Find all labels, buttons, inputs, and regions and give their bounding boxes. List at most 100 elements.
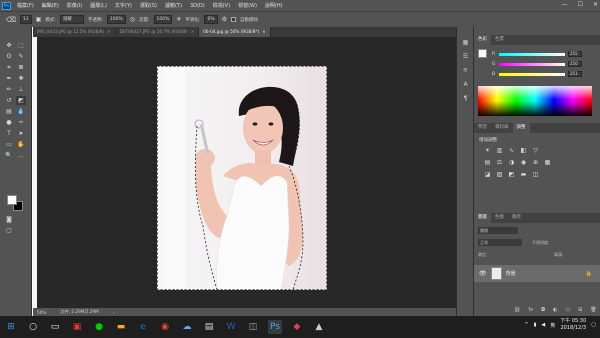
brightness-icon[interactable]: ☀ bbox=[484, 148, 491, 154]
clock[interactable]: 下午 05:30 2018/12/3 bbox=[560, 318, 586, 332]
color-spectrum[interactable] bbox=[478, 86, 592, 116]
quick-select-icon[interactable]: ✎ bbox=[16, 52, 26, 61]
document-canvas[interactable] bbox=[157, 66, 327, 290]
start-icon[interactable]: ⊞ bbox=[4, 320, 18, 334]
dodge-tool-icon[interactable]: ● bbox=[4, 118, 14, 127]
brush-tool-icon[interactable]: ✏ bbox=[4, 85, 14, 94]
lasso-tool-icon[interactable]: ʘ bbox=[4, 52, 14, 61]
posterize-icon[interactable]: ▨ bbox=[496, 172, 503, 178]
lock-icon[interactable]: 🔒 bbox=[586, 271, 592, 277]
r-slider[interactable] bbox=[499, 52, 565, 56]
photos-icon[interactable]: ▲ bbox=[312, 320, 326, 334]
tab-channels[interactable]: 色版 bbox=[491, 213, 508, 223]
menu-view[interactable]: 檢視(V) bbox=[213, 2, 230, 9]
adjustment-layer-icon[interactable]: ◐ bbox=[553, 307, 557, 313]
photo-filter-icon[interactable]: ◉ bbox=[520, 160, 527, 166]
tab-layers[interactable]: 圖層 bbox=[474, 213, 491, 223]
new-layer-icon[interactable]: ⊞ bbox=[578, 307, 582, 313]
status-arrow-icon[interactable]: › bbox=[113, 310, 115, 315]
menu-select[interactable]: 選取(S) bbox=[140, 2, 157, 9]
black-white-icon[interactable]: ◑ bbox=[508, 160, 515, 166]
tab-adjustments[interactable]: 調整 bbox=[512, 123, 530, 133]
tab-paths[interactable]: 路徑 bbox=[508, 213, 525, 223]
store-icon[interactable]: ▤ bbox=[202, 320, 216, 334]
foreground-color-swatch[interactable] bbox=[7, 195, 17, 205]
crop-tool-icon[interactable]: ⌗ bbox=[4, 63, 14, 72]
shape-tool-icon[interactable]: ▭ bbox=[4, 140, 14, 149]
vibrance-icon[interactable]: ▽ bbox=[532, 148, 539, 154]
app-pdf-icon[interactable]: ▣ bbox=[70, 320, 84, 334]
menu-file[interactable]: 檔案(F) bbox=[17, 2, 34, 9]
history-brush-icon[interactable]: ↺ bbox=[4, 96, 14, 105]
brush-size-picker[interactable]: 11 bbox=[19, 15, 32, 24]
more-tools-icon[interactable]: … bbox=[16, 151, 26, 160]
zoom-tool-icon[interactable]: 🔍 bbox=[4, 151, 14, 160]
menu-3d[interactable]: 3D(D) bbox=[190, 3, 205, 9]
menu-edit[interactable]: 編輯(E) bbox=[42, 2, 59, 9]
g-slider[interactable] bbox=[499, 62, 565, 66]
history-panel-icon[interactable]: ▦ bbox=[461, 39, 470, 47]
task-view-icon[interactable]: ▭ bbox=[48, 320, 62, 334]
character-panel-icon[interactable]: A bbox=[461, 81, 470, 89]
photoshop-task-icon[interactable]: Ps bbox=[268, 320, 282, 334]
color-balance-icon[interactable]: ⚖ bbox=[496, 160, 503, 166]
gradient-map-icon[interactable]: ▬ bbox=[520, 172, 527, 178]
eraser-icon[interactable]: ◩ bbox=[16, 96, 26, 105]
smoothing-input[interactable]: 0% bbox=[204, 15, 218, 24]
word-icon[interactable]: W bbox=[224, 320, 238, 334]
blur-tool-icon[interactable]: 💧 bbox=[16, 107, 26, 116]
curves-icon[interactable]: ∿ bbox=[508, 148, 515, 154]
selective-color-icon[interactable]: ◫ bbox=[532, 172, 539, 178]
zoom-level[interactable]: 50% bbox=[37, 310, 46, 315]
path-select-icon[interactable]: ➤ bbox=[16, 129, 26, 138]
onedrive-icon[interactable]: ☁ bbox=[180, 320, 194, 334]
minimize-button[interactable]: — bbox=[562, 1, 568, 8]
hand-tool-icon[interactable]: ✋ bbox=[16, 140, 26, 149]
mode-select[interactable]: 溶解 bbox=[59, 15, 84, 24]
b-slider[interactable] bbox=[499, 72, 565, 76]
frame-tool-icon[interactable]: ⊠ bbox=[16, 63, 26, 72]
network-icon[interactable]: ▮ bbox=[534, 322, 537, 328]
marquee-tool-icon[interactable]: ⬚ bbox=[16, 41, 26, 50]
chrome-icon[interactable]: ◉ bbox=[158, 320, 172, 334]
gradient-tool-icon[interactable]: ▤ bbox=[4, 107, 14, 116]
group-icon[interactable]: ▭ bbox=[565, 307, 570, 313]
eye-icon[interactable]: 👁 bbox=[479, 270, 487, 277]
move-tool-icon[interactable]: ✥ bbox=[4, 41, 14, 50]
doc-tab-1[interactable]: IMG_8453.JPG @ 12.5% (RGB/8) × bbox=[33, 27, 116, 37]
close-icon[interactable]: × bbox=[107, 27, 111, 37]
color-lookup-icon[interactable]: ▦ bbox=[544, 160, 551, 166]
tab-color[interactable]: 色彩 bbox=[474, 35, 491, 45]
tab-learn[interactable]: 學習 bbox=[474, 123, 491, 133]
airbrush-icon[interactable]: ✈ bbox=[176, 16, 181, 23]
type-tool-icon[interactable]: T bbox=[4, 129, 14, 138]
blend-mode-select[interactable]: 正常 bbox=[478, 239, 522, 246]
layer-row-background[interactable]: 👁 背景 🔒 bbox=[474, 265, 600, 282]
gear-icon[interactable]: ⚙ bbox=[222, 16, 227, 23]
brush-panel-icon[interactable]: ▣ bbox=[36, 16, 42, 23]
tab-swatches[interactable]: 色票 bbox=[491, 35, 508, 45]
app-red-icon[interactable]: ◆ bbox=[290, 320, 304, 334]
screen-mode-icon[interactable]: ▢ bbox=[4, 226, 14, 235]
menu-image[interactable]: 影像(I) bbox=[67, 2, 82, 9]
invert-icon[interactable]: ◪ bbox=[484, 172, 491, 178]
hue-saturation-icon[interactable]: ▤ bbox=[484, 160, 491, 166]
app-icon[interactable]: ◫ bbox=[246, 320, 260, 334]
quick-mask-icon[interactable]: ◙ bbox=[4, 215, 14, 224]
file-explorer-icon[interactable]: ▬ bbox=[114, 320, 128, 334]
volume-icon[interactable]: ◀ bbox=[541, 322, 545, 328]
menu-filter[interactable]: 濾鏡(T) bbox=[165, 2, 182, 9]
close-icon[interactable]: × bbox=[191, 27, 195, 37]
brush-settings-icon[interactable]: ⚟ bbox=[461, 67, 470, 75]
maximize-button[interactable]: ☐ bbox=[578, 1, 583, 8]
auto-erase-checkbox[interactable] bbox=[231, 17, 236, 22]
mask-icon[interactable]: ◘ bbox=[541, 307, 545, 313]
pen-tool-icon[interactable]: ✑ bbox=[16, 118, 26, 127]
search-icon[interactable]: ○ bbox=[26, 320, 40, 334]
stamp-tool-icon[interactable]: ⊥ bbox=[16, 85, 26, 94]
doc-tab-3[interactable]: 06-04.jpg @ 50% (RGB/8*) × bbox=[199, 27, 271, 37]
tab-libraries[interactable]: 資料庫 bbox=[491, 123, 513, 133]
color-preview-swatch[interactable] bbox=[478, 49, 487, 58]
eraser-tool-icon[interactable]: ⌫ bbox=[6, 16, 16, 24]
language-indicator[interactable]: 英 bbox=[550, 322, 555, 329]
